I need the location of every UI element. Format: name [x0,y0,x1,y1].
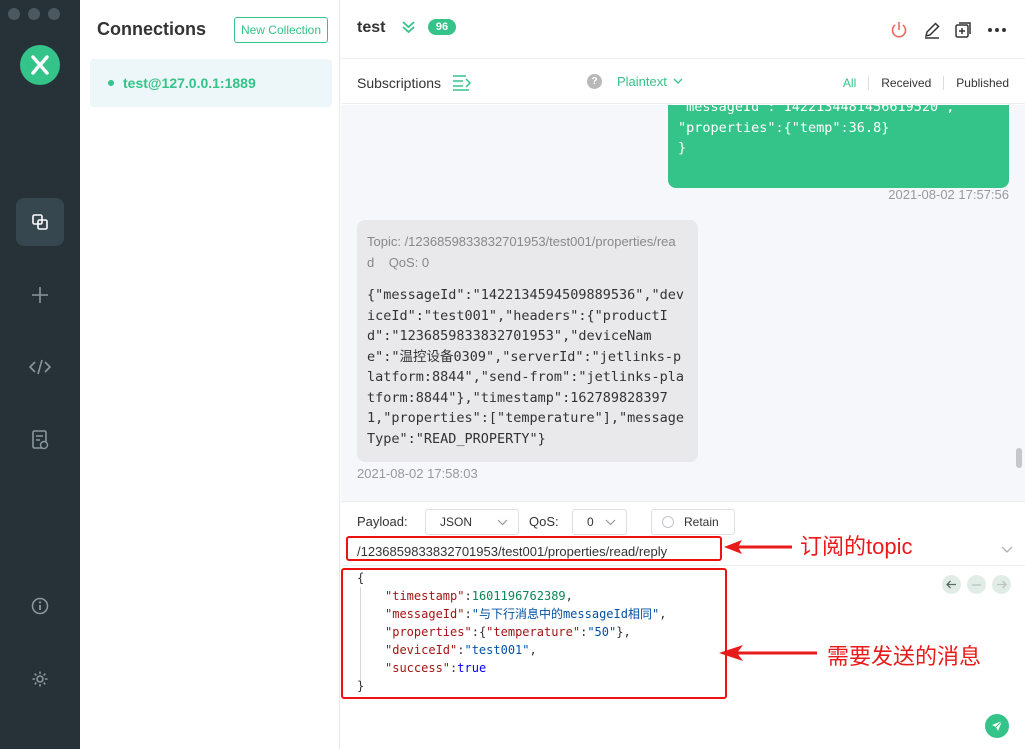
chevron-down-icon [605,519,616,526]
log-icon [32,430,49,450]
history-forward-button[interactable] [992,575,1011,594]
subscriptions-bar: Subscriptions ? Plaintext All Received P… [341,60,1025,104]
new-window-icon [955,22,971,38]
connection-header: test 96 [341,0,1025,59]
connection-item[interactable]: test@127.0.0.1:1889 [90,59,332,107]
log-nav-button[interactable] [16,416,64,464]
arrow-left-icon [946,580,956,589]
received-message-qos: QoS: 0 [388,255,430,270]
double-chevron-down-icon[interactable] [401,20,416,34]
message-list-scrollbar[interactable] [1016,448,1022,468]
payload-type-select[interactable]: JSON [425,509,519,535]
more-options-button[interactable] [986,19,1008,41]
add-icon [32,287,48,303]
send-button[interactable] [985,714,1009,738]
filter-published-tab[interactable]: Published [944,76,1009,90]
qos-label: QoS: [529,514,559,529]
window-close-button[interactable] [8,8,20,20]
message-arrow [719,645,817,661]
disconnect-button[interactable] [888,19,910,41]
history-reset-button[interactable] [967,575,986,594]
filter-all-tab[interactable]: All [831,76,868,90]
script-icon [29,359,51,375]
more-icon [988,28,1006,32]
chevron-down-icon [673,78,683,84]
message-filter-tabs: All Received Published [831,76,1009,90]
sidebar-rail [0,0,80,749]
history-nav [942,575,1011,594]
connection-name: test@127.0.0.1:1889 [123,75,256,91]
add-connection-nav-button[interactable] [16,271,64,319]
settings-nav-button[interactable] [16,655,64,703]
connections-title: Connections [97,19,207,39]
connections-panel: Connections New Collection test@127.0.0.… [80,0,340,749]
published-message-line: } [678,140,687,156]
new-collection-button[interactable]: New Collection [234,17,328,43]
qos-value: 0 [587,515,594,529]
payload-format-select[interactable]: Plaintext [617,74,683,89]
connections-nav-button[interactable] [16,198,64,246]
received-message-payload: {"messageId":"1422134594509889536","devi… [367,287,684,447]
send-icon [992,720,1003,731]
minus-icon [972,583,981,586]
retain-checkbox[interactable]: Retain [651,509,735,535]
subscriptions-toggle[interactable]: Subscriptions [357,75,441,91]
qos-select[interactable]: 0 [572,509,627,535]
published-message-line: "messageId":"1422134481456619520", [678,105,955,115]
published-message-line: "properties":{"temp":36.8} [678,119,890,136]
window-maximize-button[interactable] [48,8,60,20]
message-count-badge: 96 [428,19,456,35]
topic-annotation: 订阅的topic [800,534,913,559]
about-nav-button[interactable] [16,582,64,630]
mqttx-logo-icon [20,45,60,85]
topic-highlight-box [346,536,722,561]
window-minimize-button[interactable] [28,8,40,20]
chevron-down-icon [497,519,508,526]
payload-label: Payload: [357,514,408,529]
subscriptions-list-icon[interactable] [452,73,472,91]
chevron-down-icon[interactable] [1001,546,1013,554]
publish-options-bar: Payload: JSON QoS: 0 Retain [341,501,1025,538]
new-window-button[interactable] [952,19,974,41]
edit-icon [924,22,940,39]
retain-label: Retain [684,515,719,529]
published-message-bubble: "messageId":"1422134481456619520", "prope… [668,105,1009,188]
help-icon[interactable]: ? [587,74,602,89]
message-list: "messageId":"1422134481456619520", "prope… [341,105,1025,501]
arrow-right-icon [997,580,1007,589]
script-nav-button[interactable] [16,343,64,391]
received-message-bubble: Topic: /1236859833832701953/test001/prop… [357,220,698,462]
topic-arrow [724,540,792,554]
connections-icon [32,214,48,230]
connection-title: test [357,19,386,36]
payload-format-label: Plaintext [617,74,667,89]
edit-connection-button[interactable] [921,19,943,41]
history-back-button[interactable] [942,575,961,594]
app-window: Connections New Collection test@127.0.0.… [0,0,1025,749]
settings-icon [32,671,48,687]
power-icon [891,22,907,38]
payload-type-value: JSON [440,515,473,529]
message-highlight-box [341,568,727,699]
message-annotation: 需要发送的消息 [827,644,982,669]
about-icon [31,597,49,615]
retain-radio-icon [662,516,674,528]
published-message-time: 2021-08-02 17:57:56 [888,187,1009,202]
connection-status-dot [108,80,114,86]
filter-received-tab[interactable]: Received [869,76,943,90]
received-message-time: 2021-08-02 17:58:03 [357,466,478,481]
received-message-meta: Topic: /1236859833832701953/test001/prop… [367,231,688,273]
